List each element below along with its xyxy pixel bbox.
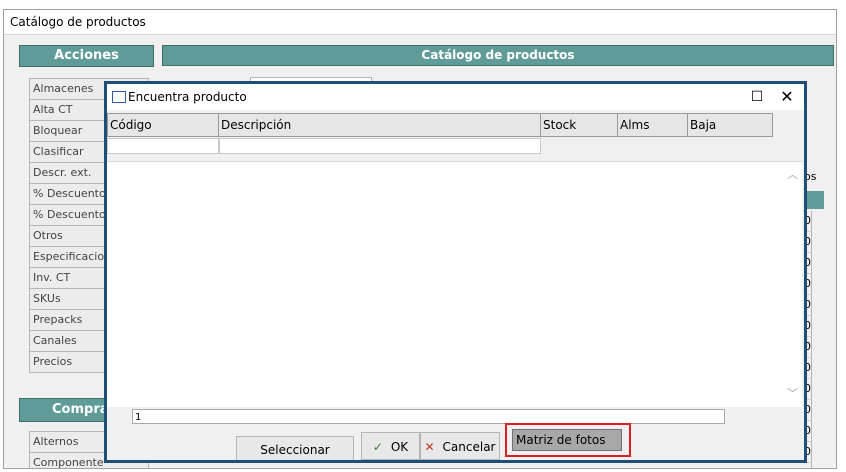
column-header-baja[interactable]: Baja	[688, 113, 773, 137]
ok-button[interactable]: ✓ OK	[361, 432, 420, 460]
right-column-header	[804, 191, 824, 209]
scroll-up-icon[interactable]: ︿	[787, 166, 798, 182]
column-header-descripcion[interactable]: Descripción	[219, 113, 541, 137]
column-header-stock[interactable]: Stock	[541, 113, 618, 137]
dialog-title: Encuentra producto	[128, 90, 247, 104]
column-header-alms[interactable]: Alms	[618, 113, 688, 137]
cancel-label: Cancelar	[442, 440, 496, 454]
ok-label: OK	[390, 440, 409, 454]
close-icon[interactable]: ✕	[777, 87, 797, 107]
acciones-header: Acciones	[19, 45, 154, 67]
check-icon: ✓	[372, 440, 383, 454]
results-grid[interactable]: ︿ ﹀	[107, 161, 802, 407]
catalog-header: Catálogo de productos	[162, 45, 834, 66]
maximize-icon[interactable]: ☐	[747, 87, 767, 107]
scroll-down-icon[interactable]: ﹀	[787, 385, 798, 401]
column-header-codigo[interactable]: Código	[107, 113, 219, 137]
select-families-button[interactable]: Seleccionar Familias	[236, 436, 354, 460]
right-cell: 0	[804, 463, 812, 468]
highlight-outline: Matriz de fotos	[505, 423, 631, 457]
window-title: Catálogo de productos	[4, 10, 836, 35]
filter-descripcion-input[interactable]	[219, 138, 541, 154]
dialog-titlebar[interactable]: Encuentra producto ☐ ✕	[107, 84, 804, 110]
find-product-dialog: Encuentra producto ☐ ✕ Código Descripció…	[104, 81, 807, 463]
cancel-icon: ✕	[424, 440, 435, 454]
page-input[interactable]: 1	[132, 409, 725, 424]
window-icon	[112, 91, 126, 103]
grid-header: Código Descripción Stock Alms Baja	[107, 113, 773, 137]
photo-matrix-button[interactable]: Matriz de fotos	[512, 429, 622, 451]
filter-codigo-input[interactable]	[107, 138, 219, 154]
filter-row	[107, 138, 541, 154]
cancel-button[interactable]: ✕ Cancelar	[420, 432, 500, 460]
